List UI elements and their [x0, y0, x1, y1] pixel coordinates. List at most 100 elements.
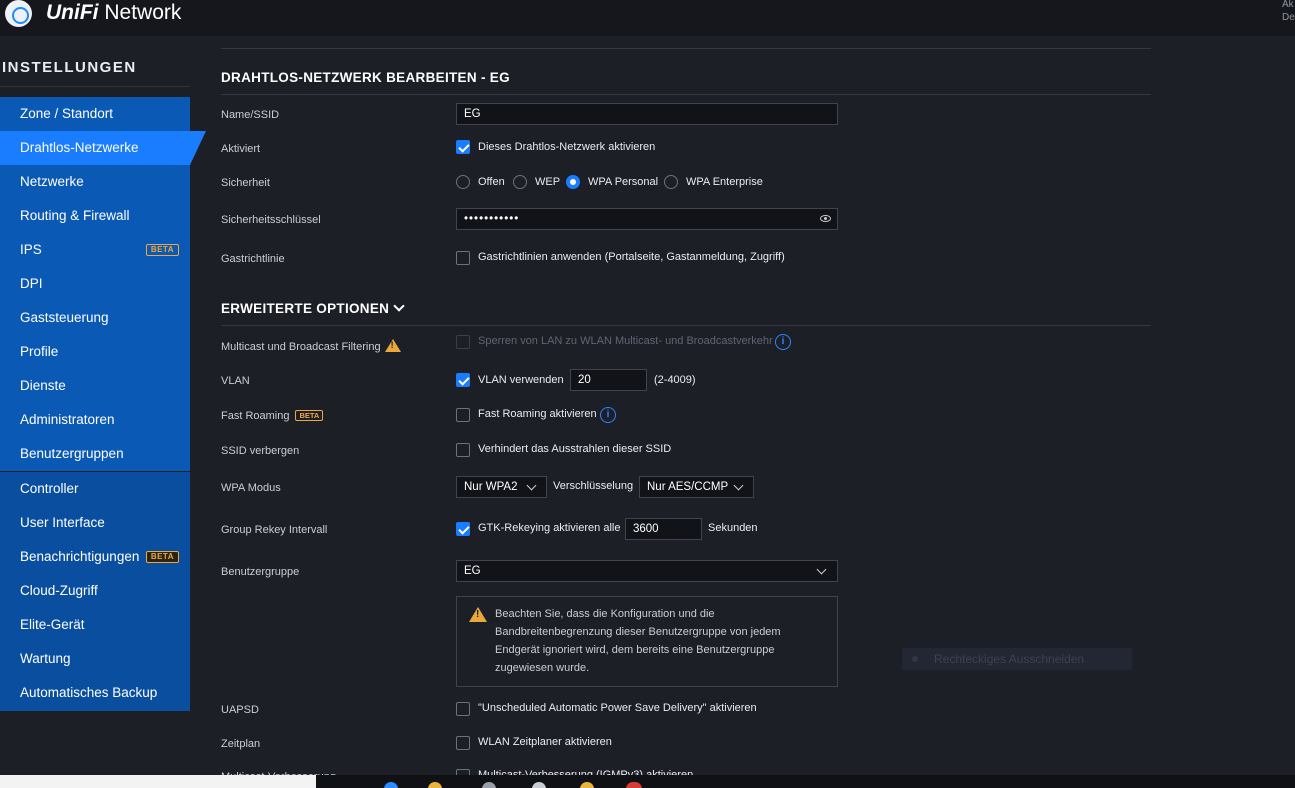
taskbar	[316, 775, 1295, 788]
sidebar-item-label: Benutzergruppen	[20, 446, 124, 461]
divider	[221, 325, 1151, 326]
multicast-text: Sperren von LAN zu WLAN Multicast- und B…	[478, 335, 773, 347]
top-right-status: Ak De	[1282, 0, 1295, 23]
vlan-checkbox[interactable]	[456, 373, 470, 387]
app-brand: UniFi Network	[46, 1, 182, 24]
guest-policy-text: Gastrichtlinien anwenden (Portalseite, G…	[478, 251, 785, 263]
sidebar-item-dpi[interactable]: DPI	[0, 267, 190, 301]
rekey-unit: Sekunden	[708, 522, 758, 534]
show-password-icon[interactable]	[820, 215, 831, 222]
info-icon[interactable]: i	[600, 407, 616, 423]
uapsd-checkbox[interactable]	[456, 702, 470, 716]
security-radio-wpa-personal[interactable]	[566, 175, 580, 189]
usergroup-warning-text: Beachten Sie, dass die Konfiguration und…	[495, 608, 781, 674]
hide-ssid-checkbox[interactable]	[456, 443, 470, 457]
sidebar-item-label: Profile	[20, 344, 59, 359]
sidebar-item-gaststeuerung[interactable]: Gaststeuerung	[0, 301, 190, 335]
schedule-checkbox[interactable]	[456, 736, 470, 750]
divider	[221, 94, 1151, 95]
sidebar-item-label: Netzwerke	[20, 174, 84, 189]
sidebar-item-benutzergruppen[interactable]: Benutzergruppen	[0, 437, 190, 471]
security-radio-wep[interactable]	[513, 175, 527, 189]
sidebar-group-system: Controller User Interface Benachrichtigung…	[0, 472, 190, 711]
unifi-logo-icon[interactable]	[5, 0, 32, 27]
form-title: DRAHTLOS-NETZWERK BEARBEITEN - EG	[221, 70, 510, 85]
active-indicator	[190, 131, 206, 165]
sidebar-item-label: Wartung	[20, 651, 71, 666]
hide-ssid-label: SSID verbergen	[221, 445, 300, 457]
info-icon[interactable]: i	[775, 334, 791, 350]
encryption-label: Verschlüsselung	[553, 480, 634, 492]
sidebar-item-administratoren[interactable]: Administratoren	[0, 403, 190, 437]
security-radio-wpa-enterprise[interactable]	[664, 175, 678, 189]
sidebar-item-label: Dienste	[20, 378, 66, 393]
sidebar-item-ips[interactable]: IPS BETA	[0, 233, 190, 267]
uapsd-label: UAPSD	[221, 704, 259, 716]
divider	[0, 86, 190, 87]
advanced-options-title: ERWEITERTE OPTIONEN	[221, 301, 390, 316]
sidebar-item-profile[interactable]: Profile	[0, 335, 190, 369]
sidebar-item-label: Drahtlos-Netzwerke	[20, 140, 139, 155]
vlan-id-input[interactable]: 20	[570, 369, 647, 391]
sidebar-item-controller[interactable]: Controller	[0, 472, 190, 506]
rekey-checkbox[interactable]	[456, 522, 470, 536]
rekey-interval-input[interactable]: 3600	[625, 518, 702, 540]
beta-badge: BETA	[145, 244, 179, 256]
top-bar: UniFi Network Ak De	[0, 0, 1295, 36]
warning-icon	[469, 607, 487, 622]
advanced-options-toggle[interactable]: ERWEITERTE OPTIONEN	[221, 300, 405, 316]
sidebar-item-benachrichtigungen[interactable]: Benachrichtigungen BETA	[0, 540, 190, 574]
sidebar-item-automatisches-backup[interactable]: Automatisches Backup	[0, 676, 190, 710]
sidebar-item-label: Elite-Gerät	[20, 617, 85, 632]
usergroup-warning-box: Beachten Sie, dass die Konfiguration und…	[456, 596, 838, 687]
vlan-range-hint: (2-4009)	[654, 374, 696, 386]
taskbar-left	[0, 775, 316, 788]
vlan-label: VLAN	[221, 375, 250, 387]
sidebar-item-label: Automatisches Backup	[20, 685, 158, 700]
chrome-icon[interactable]	[626, 782, 642, 788]
sidebar-item-elite-gerät[interactable]: Elite-Gerät	[0, 608, 190, 642]
sidebar-item-netzwerke[interactable]: Netzwerke	[0, 165, 190, 199]
security-radio-open[interactable]	[456, 175, 470, 189]
sidebar-item-label: Controller	[20, 481, 79, 496]
security-option-wpa-personal: WPA Personal	[588, 176, 659, 188]
ssid-label: Name/SSID	[221, 109, 280, 121]
warning-icon	[384, 339, 401, 352]
sidebar-item-zone-standort[interactable]: Zone / Standort	[0, 97, 190, 131]
vlan-text: VLAN verwenden	[478, 374, 564, 386]
enabled-checkbox[interactable]	[456, 140, 470, 154]
sidebar-title: INSTELLUNGEN	[2, 59, 137, 76]
beta-badge: BETA	[295, 410, 324, 421]
multicast-checkbox[interactable]	[456, 335, 470, 349]
sidebar-item-wartung[interactable]: Wartung	[0, 642, 190, 676]
ssid-input[interactable]: EG	[456, 103, 838, 125]
sidebar-item-label: User Interface	[20, 515, 105, 530]
security-option-open: Offen	[478, 176, 505, 188]
fast-roaming-label: Fast Roaming BETA	[221, 410, 324, 422]
sidebar-item-user-interface[interactable]: User Interface	[0, 506, 190, 540]
key-label: Sicherheitsschlüssel	[221, 214, 321, 226]
enabled-label: Aktiviert	[221, 143, 261, 155]
security-option-wpa-enterprise: WPA Enterprise	[686, 176, 763, 188]
sidebar-item-label: Benachrichtigungen	[20, 549, 140, 564]
multicast-label: Multicast und Broadcast Filtering	[221, 337, 401, 353]
guest-label: Gastrichtlinie	[221, 253, 285, 265]
sidebar-item-cloud-zugriff[interactable]: Cloud-Zugriff	[0, 574, 190, 608]
fast-roaming-checkbox[interactable]	[456, 408, 470, 422]
sidebar-item-label: Zone / Standort	[20, 106, 114, 121]
sidebar-item-routing-firewall[interactable]: Routing & Firewall	[0, 199, 190, 233]
sidebar-item-dienste[interactable]: Dienste	[0, 369, 190, 403]
sidebar-item-label: Gaststeuerung	[20, 310, 109, 325]
beta-badge: BETA	[145, 551, 179, 563]
sidebar-item-label: Administratoren	[20, 412, 115, 427]
guest-policy-checkbox[interactable]	[456, 251, 470, 265]
sidebar-item-label: IPS	[20, 242, 42, 257]
sidebar-item-label: DPI	[20, 276, 43, 291]
wpa-mode-label: WPA Modus	[221, 482, 281, 494]
usergroup-select[interactable]: EG	[456, 560, 838, 582]
hide-ssid-text: Verhindert das Ausstrahlen dieser SSID	[478, 443, 672, 455]
sidebar-item-label: Cloud-Zugriff	[20, 583, 98, 598]
sidebar-item-drahtlos-netzwerke[interactable]: Drahtlos-Netzwerke	[0, 131, 190, 165]
security-key-input[interactable]: •••••••••••	[456, 208, 838, 230]
usergroup-label: Benutzergruppe	[221, 566, 300, 578]
